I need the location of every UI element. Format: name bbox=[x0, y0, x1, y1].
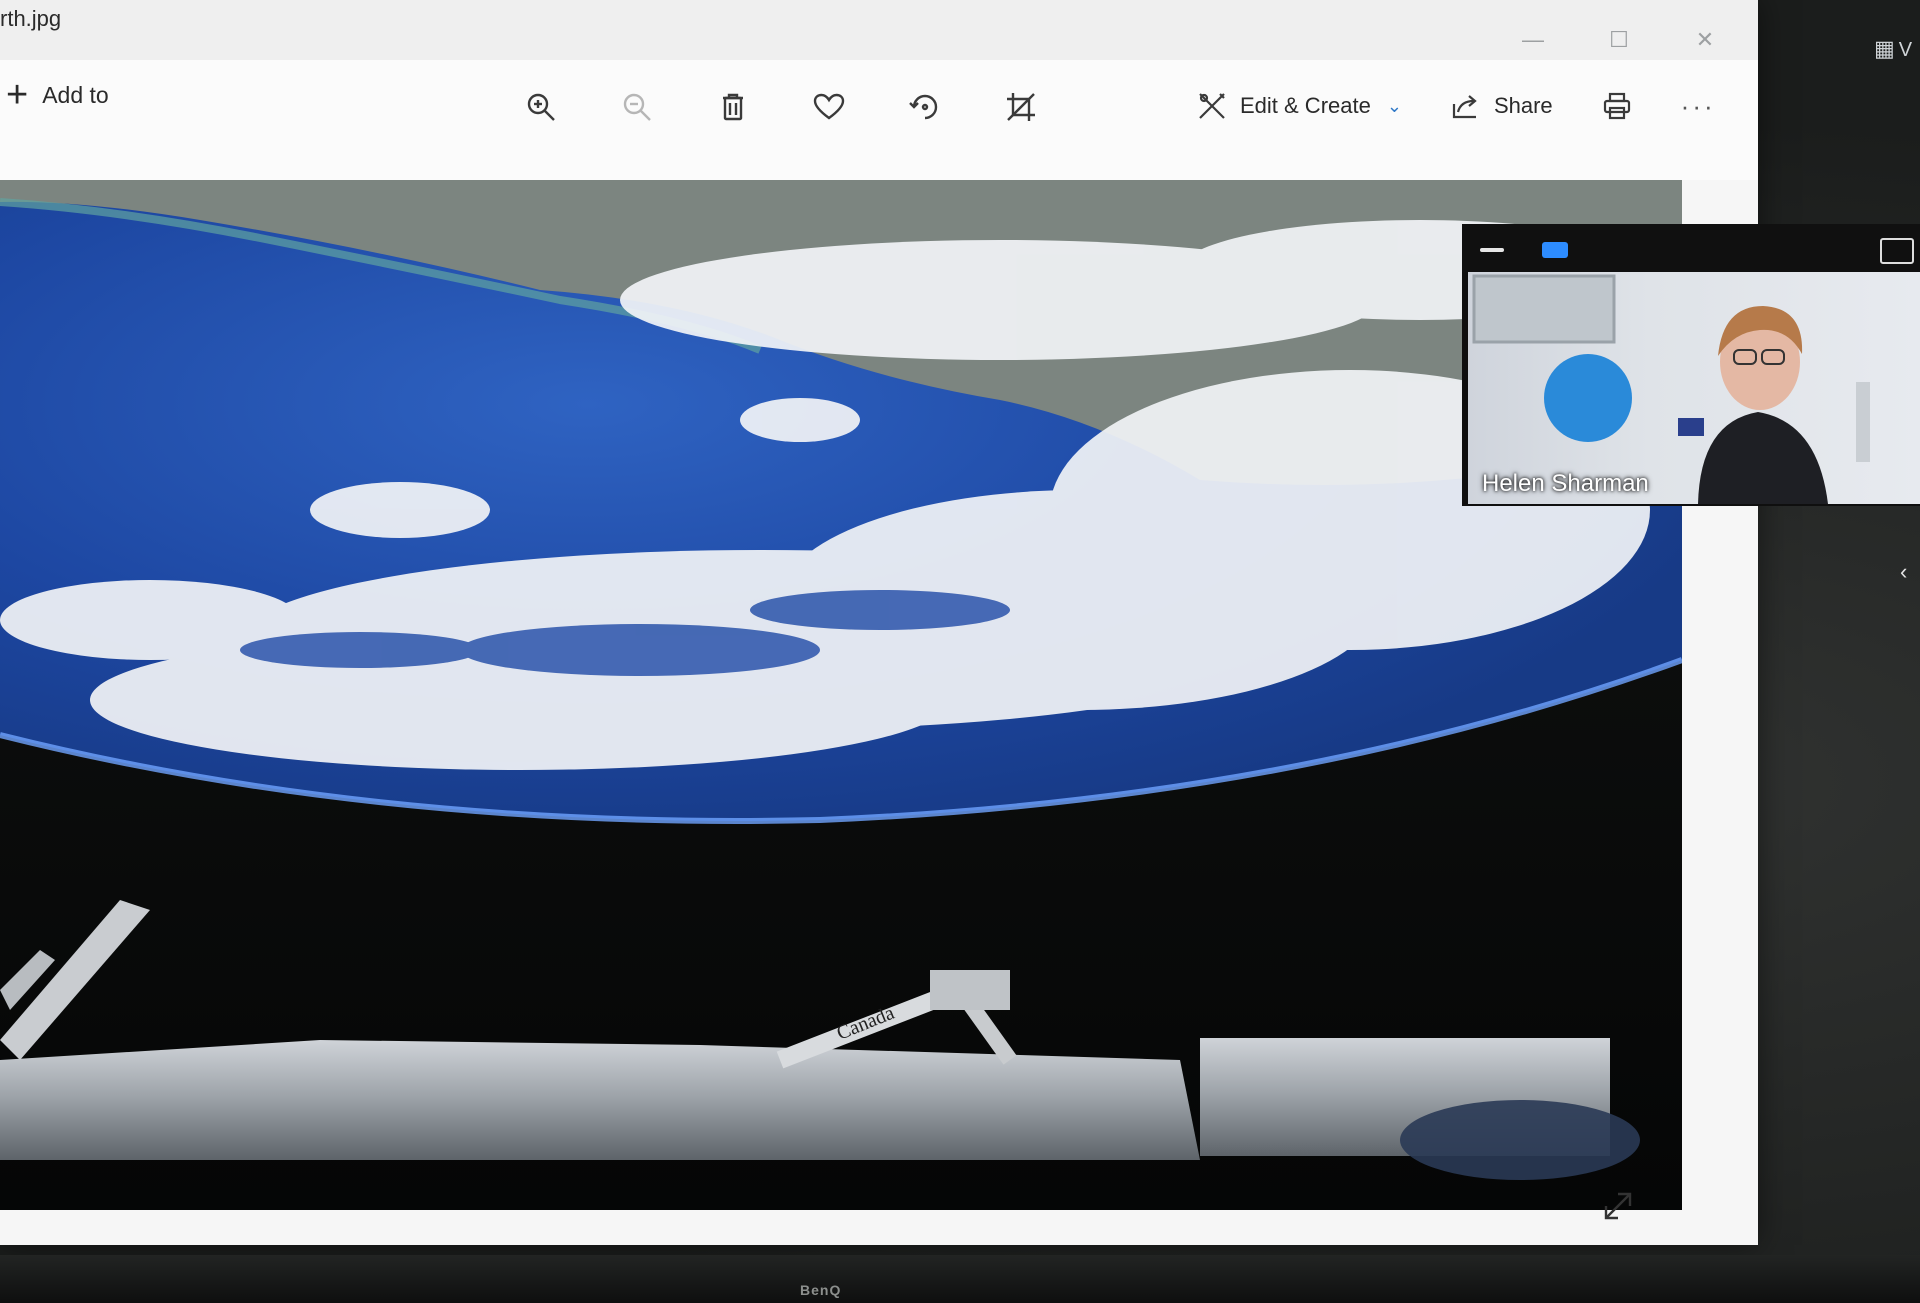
add-to-button[interactable]: + Add to bbox=[6, 76, 109, 114]
plus-icon: + bbox=[6, 74, 29, 116]
heart-icon bbox=[813, 93, 845, 120]
wall-map bbox=[1472, 274, 1616, 344]
window-controls: — ☐ ✕ bbox=[1510, 20, 1728, 60]
crop-button[interactable] bbox=[1000, 86, 1042, 128]
zoom-out-icon bbox=[623, 93, 651, 121]
monitor-bezel bbox=[0, 1255, 1920, 1303]
zoom-in-button[interactable] bbox=[520, 86, 562, 128]
video-call-popup[interactable]: Helen Sharman bbox=[1462, 224, 1920, 506]
titlebar: rth.jpg — ☐ ✕ bbox=[0, 0, 1758, 60]
edit-create-button[interactable]: Edit & Create ⌄ bbox=[1196, 90, 1402, 122]
print-button[interactable] bbox=[1601, 90, 1633, 122]
share-button[interactable]: Share bbox=[1450, 90, 1553, 122]
share-label: Share bbox=[1493, 93, 1553, 118]
maximize-button[interactable]: ☐ bbox=[1596, 20, 1642, 60]
taskbar-app-label: V bbox=[1898, 39, 1913, 61]
chevron-down-icon: ⌄ bbox=[1386, 95, 1402, 116]
photos-app-window: rth.jpg — ☐ ✕ + Add to Edit & Create ⌄ S… bbox=[0, 0, 1758, 1245]
side-panel-chevron-icon[interactable]: ‹ bbox=[1900, 560, 1916, 584]
delete-button[interactable] bbox=[712, 86, 754, 128]
photo-toolbar: + Add to Edit & Create ⌄ Share ··· bbox=[0, 60, 1758, 180]
arm-end-effector bbox=[930, 970, 1010, 1010]
flag-patch bbox=[1678, 418, 1704, 436]
test-tube bbox=[1856, 382, 1870, 462]
delete-icon bbox=[723, 93, 743, 121]
minimize-video-icon[interactable] bbox=[1480, 248, 1504, 252]
file-title: rth.jpg bbox=[0, 6, 62, 31]
toolbar-actions: Edit & Create ⌄ Share ··· bbox=[1196, 90, 1716, 122]
view-mode-icon[interactable] bbox=[1542, 242, 1568, 258]
rotate-icon bbox=[909, 94, 938, 120]
more-options-button[interactable]: ··· bbox=[1681, 91, 1716, 122]
close-button[interactable]: ✕ bbox=[1682, 20, 1728, 60]
monitor-brand-logo: BenQ bbox=[800, 1282, 842, 1298]
share-icon bbox=[1452, 95, 1477, 119]
zoom-in-icon bbox=[527, 93, 555, 121]
edit-create-icon bbox=[1199, 93, 1225, 119]
rotate-button[interactable] bbox=[904, 86, 946, 128]
expand-button[interactable] bbox=[1600, 1188, 1636, 1224]
tool-icons bbox=[520, 86, 1042, 128]
speaker-body bbox=[1698, 412, 1828, 504]
expand-icon bbox=[1604, 1192, 1632, 1220]
add-to-label: Add to bbox=[42, 81, 109, 108]
favorite-button[interactable] bbox=[808, 86, 850, 128]
zoom-out-button[interactable] bbox=[616, 86, 658, 128]
edit-create-label: Edit & Create bbox=[1240, 93, 1371, 118]
photo-viewport[interactable]: Canada bbox=[0, 180, 1682, 1210]
globe bbox=[1544, 354, 1632, 442]
speaker-video: Helen Sharman bbox=[1468, 272, 1920, 504]
station-dish bbox=[1400, 1100, 1640, 1180]
speaker-name-label: Helen Sharman bbox=[1482, 470, 1649, 497]
minimize-button[interactable]: — bbox=[1510, 20, 1556, 60]
printer-icon bbox=[1603, 92, 1630, 120]
crop-icon bbox=[1007, 93, 1035, 121]
station-truss bbox=[0, 1040, 1200, 1160]
pop-out-icon[interactable] bbox=[1880, 238, 1914, 264]
taskbar-app-icon[interactable]: ▦ V bbox=[1874, 36, 1914, 61]
earth-from-space-image: Canada bbox=[0, 180, 1682, 1210]
video-call-header bbox=[1462, 224, 1920, 272]
